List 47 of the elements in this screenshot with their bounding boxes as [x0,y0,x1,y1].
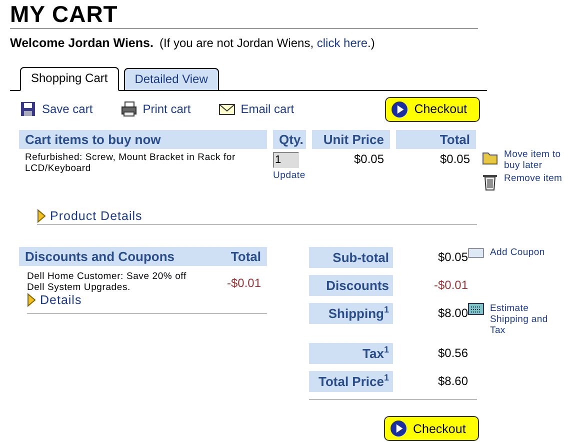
update-link[interactable]: Update [273,170,306,181]
column-header: Unit Price [312,130,390,149]
summary-label: Tax$^{1}$ [309,343,393,364]
welcome-note: (If you are not Jordan Wiens, click here.) [159,36,375,50]
coupon-icon [468,247,484,259]
summary-value: -$0.01 [432,277,468,292]
page-title: MY CART [10,2,119,27]
triangle-icon [27,293,36,307]
discount-amount: -$0.01 [226,275,262,292]
column-header: Cart items to buy now [19,130,267,149]
add-coupon-link[interactable]: Add Coupon [468,247,558,259]
play-icon [391,100,408,118]
column-header: Total [396,130,476,149]
envelope-icon [218,103,235,115]
item-total: $0.05 [438,151,471,166]
click-here-link[interactable]: click here [316,36,368,50]
play-icon [390,420,407,437]
summary-label: Discounts [309,275,393,296]
tab[interactable]: Detailed View [124,68,219,91]
welcome-text: Welcome Jordan Wiens. [10,36,154,50]
summary-label: Total Price$^{1}$ [309,371,393,392]
summary-value: $8.00 [436,305,468,320]
move-item-link[interactable]: Move item to buy later [482,149,570,171]
column-header: Qty. [273,130,306,149]
unit-price: $0.05 [352,151,385,166]
summary-value: $0.56 [436,345,468,360]
item-description: Refurbished: Screw, Mount Bracket in Rack for LCD/Keyboard [24,151,236,174]
email-cart-link[interactable]: Email cart [218,102,294,116]
print-cart-link[interactable]: Print cart [120,101,191,117]
trash-can-icon [482,173,498,191]
summary-value: $0.05 [436,249,468,264]
summary-value: $8.60 [436,373,468,388]
tab[interactable]: Shopping Cart [20,67,119,91]
calculator-icon [468,303,484,315]
product-details-link[interactable]: Product Details [37,209,477,223]
checkout-button[interactable]: Checkout [384,416,479,441]
checkout-button[interactable]: Checkout [385,96,480,122]
quantity-field[interactable]: 1 [273,152,299,168]
discount-description: Dell Home Customer: Save 20% off Dell System Upgrades. [27,270,188,293]
estimate-shipping-link[interactable]: Estimate Shipping and Tax [468,303,558,336]
save-cart-link[interactable]: Save cart [20,101,93,117]
remove-item-link[interactable]: Remove item [482,173,570,191]
details-link[interactable]: Details [27,293,227,307]
triangle-icon [37,209,46,223]
printer-icon [120,101,137,117]
summary-label: Sub-total [309,247,393,268]
summary-label: Shipping$^{1}$ [309,303,393,324]
